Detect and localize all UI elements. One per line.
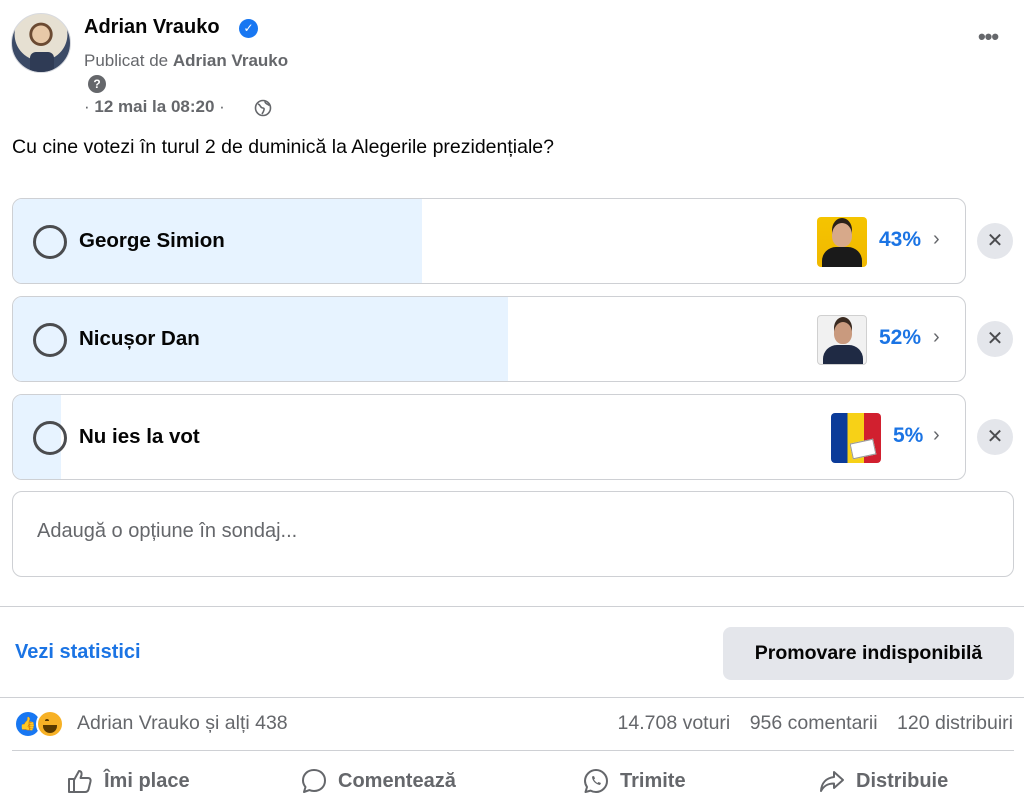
poll-option-label: Nu ies la vot (79, 425, 200, 448)
remove-option-button[interactable]: ✕ (977, 321, 1013, 357)
share-label: Distribuie (856, 769, 949, 792)
post-counts: 14.708 voturi 956 comentarii 120 distrib… (604, 712, 1013, 735)
poll-option-label: Nicușor Dan (79, 327, 200, 350)
remove-option-button[interactable]: ✕ (977, 223, 1013, 259)
divider (0, 606, 1024, 607)
share-arrow-icon (820, 771, 844, 792)
post-date[interactable]: 12 mai la 08:20 (94, 97, 214, 116)
comments-count[interactable]: 956 comentarii (750, 712, 878, 734)
meta-separator: · (84, 97, 90, 116)
like-button[interactable]: Îmi place (66, 764, 190, 798)
poll-option-nu-ies-la-vot[interactable]: Nu ies la vot 5% › (12, 394, 966, 480)
chevron-right-icon[interactable]: › (933, 326, 940, 349)
whatsapp-icon (584, 769, 608, 793)
poll-option-george-simion[interactable]: George Simion 43% › (12, 198, 966, 284)
send-label: Trimite (620, 769, 686, 792)
radio-button[interactable] (33, 421, 67, 455)
published-prefix: Publicat de (84, 51, 169, 70)
haha-reaction-icon (36, 710, 64, 738)
author-avatar[interactable] (11, 13, 71, 73)
poll-question: Cu cine votezi în turul 2 de duminică la… (12, 136, 554, 158)
radio-button[interactable] (33, 323, 67, 357)
poll-option-percent[interactable]: 52% (879, 326, 921, 350)
poll-option-nicusor-dan[interactable]: Nicușor Dan 52% › (12, 296, 966, 382)
radio-button[interactable] (33, 225, 67, 259)
poll-option-label: George Simion (79, 229, 225, 252)
reactions-summary[interactable]: 👍 (14, 710, 70, 738)
shares-count[interactable]: 120 distribuiri (897, 712, 1013, 734)
published-by: Publicat de Adrian Vrauko (84, 51, 288, 71)
view-statistics-link[interactable]: Vezi statistici (15, 641, 141, 664)
divider (0, 697, 1024, 698)
votes-count[interactable]: 14.708 voturi (618, 712, 731, 734)
send-button[interactable]: Trimite (582, 764, 686, 798)
comment-bubble-icon (302, 769, 326, 793)
poll-option-percent[interactable]: 5% (893, 424, 923, 448)
romanian-flag-ballot-icon (831, 413, 881, 463)
remove-option-button[interactable]: ✕ (977, 419, 1013, 455)
reactions-text[interactable]: Adrian Vrauko și alți 438 (77, 712, 288, 735)
chevron-right-icon[interactable]: › (933, 228, 940, 251)
promote-button[interactable]: Promovare indisponibilă (723, 627, 1014, 680)
chevron-right-icon[interactable]: › (933, 424, 940, 447)
author-name[interactable]: Adrian Vrauko (84, 16, 220, 39)
verified-badge-icon: ✓ (239, 19, 258, 38)
globe-icon (254, 99, 272, 117)
help-icon[interactable]: ? (88, 75, 106, 93)
add-option-input[interactable] (37, 520, 937, 543)
divider (12, 750, 1014, 751)
post-meta: · 12 mai la 08:20 · (84, 97, 225, 117)
more-options-icon[interactable]: ••• (968, 24, 1008, 54)
published-by-name[interactable]: Adrian Vrauko (173, 51, 288, 70)
candidate-photo-simion-icon (817, 217, 867, 267)
poll-option-percent[interactable]: 43% (879, 228, 921, 252)
add-option-box[interactable] (12, 491, 1014, 577)
meta-separator: · (219, 97, 225, 116)
comment-label: Comentează (338, 769, 456, 792)
like-label: Îmi place (104, 769, 190, 792)
thumbs-up-icon (68, 770, 92, 793)
candidate-photo-dan-icon (817, 315, 867, 365)
share-button[interactable]: Distribuie (818, 764, 948, 798)
comment-button[interactable]: Comentează (300, 764, 456, 798)
